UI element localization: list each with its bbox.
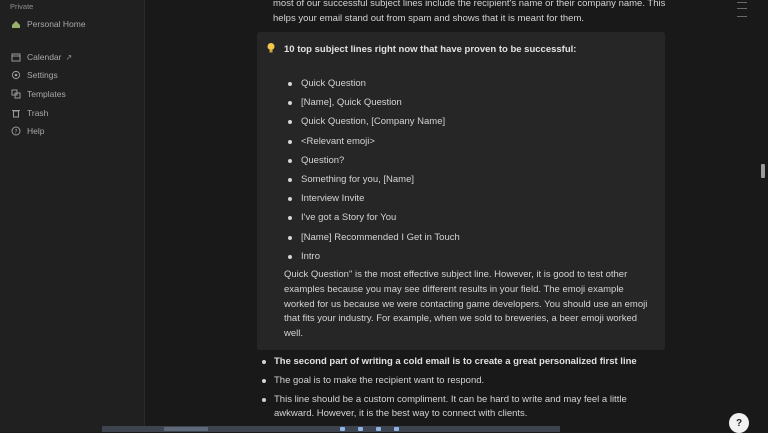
sidebar-section-label: Private [10,2,34,11]
list-item: Quick Question [287,77,460,96]
trash-icon [11,108,21,118]
external-link-icon: ↗ [65,52,73,62]
sidebar-item-label: Calendar [27,52,62,62]
templates-icon [11,89,21,99]
list-item: The goal is to make the recipient want t… [261,374,661,389]
outline-marker[interactable] [737,8,747,9]
sidebar-item-label: Settings [27,70,58,80]
sidebar-item-label: Personal Home [27,19,86,29]
list-item: [Name] Recommended I Get in Touch [287,231,460,250]
callout-block: 10 top subject lines right now that have… [257,32,665,350]
sidebar: Private Personal Home Calendar ↗ Setting… [0,0,145,432]
gear-icon [11,70,21,80]
sidebar-item-trash[interactable]: Trash [6,105,138,121]
help-button[interactable]: ? [729,413,749,433]
taskbar-app-icon[interactable] [340,427,345,431]
calendar-icon [11,52,21,62]
taskbar-app-icon[interactable] [394,427,399,431]
callout-paragraph: Quick Question" is the most effective su… [284,269,648,340]
list-item: I've got a Story for You [287,211,460,230]
help-icon: ? [11,126,21,136]
list-item: <Relevant emoji> [287,135,460,154]
sidebar-item-personal-home[interactable]: Personal Home [6,16,138,32]
bullet-list: The second part of writing a cold email … [261,355,661,426]
lightbulb-icon [266,42,276,54]
home-icon [11,19,21,29]
list-item: [Name], Quick Question [287,96,460,115]
sidebar-item-calendar[interactable]: Calendar ↗ [6,49,138,65]
sidebar-item-label: Trash [27,108,49,118]
list-item: Quick Question, [Company Name] [287,115,460,134]
scrollbar-thumb[interactable] [761,164,765,178]
sidebar-item-label: Templates [27,89,66,99]
sidebar-item-help[interactable]: ? Help [6,123,138,139]
intro-paragraph: most of our successful subject lines inc… [273,0,666,24]
sidebar-item-settings[interactable]: Settings [6,67,138,83]
outline-marker[interactable] [737,2,747,3]
taskbar [102,426,560,432]
taskbar-app-icon[interactable] [358,427,363,431]
list-item: This line should be a custom compliment.… [261,393,661,423]
list-item: Question? [287,154,460,173]
callout-title: 10 top subject lines right now that have… [284,44,577,55]
subject-lines-list: Quick Question [Name], Quick Question Qu… [287,77,460,269]
page-content: most of our successful subject lines inc… [145,0,768,432]
svg-text:?: ? [14,128,17,135]
sidebar-item-templates[interactable]: Templates [6,86,138,102]
list-item: Something for you, [Name] [287,173,460,192]
outline-marker[interactable] [737,16,747,17]
list-item: Interview Invite [287,192,460,211]
sidebar-item-label: Help [27,126,45,136]
list-item: The second part of writing a cold email … [261,355,661,370]
taskbar-item[interactable] [164,427,208,431]
list-item: Intro [287,250,460,269]
taskbar-app-icon[interactable] [376,427,381,431]
